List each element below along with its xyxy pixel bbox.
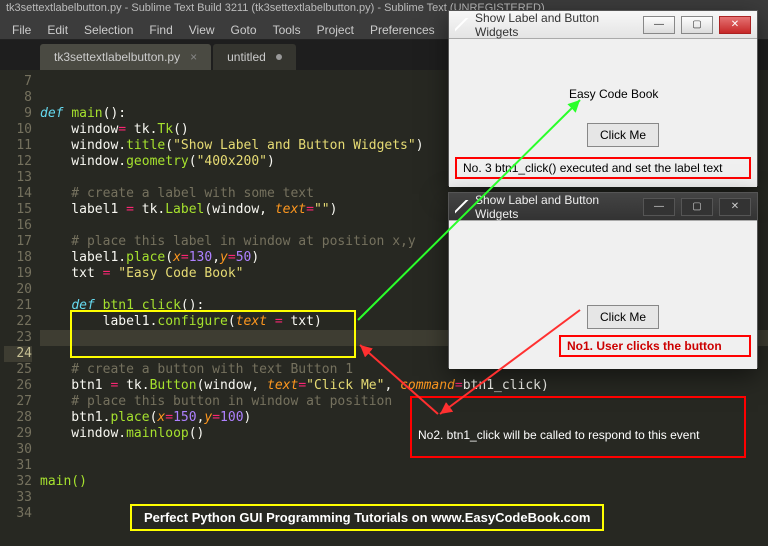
window-title: Show Label and Button Widgets: [475, 193, 637, 221]
annotation-1: No1. User clicks the button: [559, 335, 751, 357]
banner-text: Perfect Python GUI Programming Tutorials…: [130, 504, 604, 531]
menu-tools[interactable]: Tools: [265, 21, 309, 39]
tab-untitled[interactable]: untitled: [213, 44, 296, 70]
annotation-2-box: No2. btn1_click will be called to respon…: [410, 396, 746, 458]
close-button[interactable]: ✕: [719, 198, 751, 216]
maximize-button[interactable]: ▢: [681, 198, 713, 216]
dirty-dot-icon: [276, 54, 282, 60]
menu-edit[interactable]: Edit: [39, 21, 76, 39]
menu-preferences[interactable]: Preferences: [362, 21, 443, 39]
maximize-button[interactable]: ▢: [681, 16, 713, 34]
annotation-2-text: No2. btn1_click will be called to respon…: [418, 428, 700, 442]
minimize-button[interactable]: —: [643, 198, 675, 216]
menu-find[interactable]: Find: [141, 21, 180, 39]
menu-view[interactable]: View: [181, 21, 223, 39]
menu-selection[interactable]: Selection: [76, 21, 141, 39]
tab-file[interactable]: tk3settextlabelbutton.py ×: [40, 44, 211, 70]
menu-goto[interactable]: Goto: [223, 21, 265, 39]
line-gutter: 7891011121314151617181920212223242526272…: [0, 70, 40, 546]
click-me-button[interactable]: Click Me: [587, 123, 659, 147]
menu-project[interactable]: Project: [309, 21, 362, 39]
minimize-button[interactable]: —: [643, 16, 675, 34]
callout-box-def: [70, 310, 356, 358]
tk-window-2: Show Label and Button Widgets — ▢ ✕ Clic…: [448, 192, 758, 368]
tab-label: untitled: [227, 50, 266, 64]
app-icon: [455, 18, 469, 32]
tk-window-1: Show Label and Button Widgets — ▢ ✕ Easy…: [448, 10, 758, 186]
window-title: Show Label and Button Widgets: [475, 11, 637, 39]
label-widget: Easy Code Book: [569, 87, 658, 101]
menu-file[interactable]: File: [4, 21, 39, 39]
close-icon[interactable]: ×: [190, 50, 197, 64]
app-icon: [455, 200, 469, 214]
close-button[interactable]: ✕: [719, 16, 751, 34]
annotation-3: No. 3 btn1_click() executed and set the …: [455, 157, 751, 179]
click-me-button[interactable]: Click Me: [587, 305, 659, 329]
tab-label: tk3settextlabelbutton.py: [54, 50, 180, 64]
